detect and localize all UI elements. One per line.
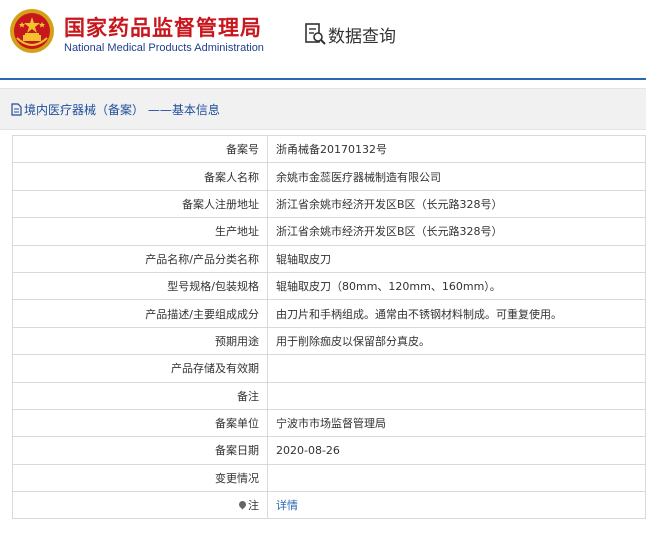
field-label: 备案号 (12, 134, 268, 164)
note-value-cell: 详情 (267, 491, 646, 520)
field-label: 产品描述/主要组成成分 (12, 299, 268, 328)
document-icon (11, 103, 22, 116)
field-value: 浙江省余姚市经济开发区B区（长元路328号） (267, 217, 646, 246)
field-label: 备案人名称 (12, 162, 268, 191)
field-label: 备案日期 (12, 436, 268, 465)
org-name-cn: 国家药品监督管理局 (64, 16, 262, 40)
table-row: 产品名称/产品分类名称 辊轴取皮刀 (12, 244, 646, 273)
table-row: 备案人名称 余姚市金蕊医疗器械制造有限公司 (12, 162, 646, 191)
pin-icon (237, 499, 248, 510)
note-label: 注 (248, 499, 259, 513)
table-row: 备案单位 宁波市市场监督管理局 (12, 408, 646, 438)
table-row: 预期用途 用于削除痂皮以保留部分真皮。 (12, 326, 646, 356)
table-row: 产品描述/主要组成成分 由刀片和手柄组成。通常由不锈钢材料制成。可重复使用。 (12, 299, 646, 328)
field-value: 辊轴取皮刀 (267, 244, 646, 273)
field-value: 余姚市金蕊医疗器械制造有限公司 (267, 162, 646, 191)
field-label: 备案单位 (12, 408, 268, 438)
table-row: 备案号 浙甬械备20170132号 (12, 134, 646, 164)
field-value (267, 354, 646, 383)
field-label: 备案人注册地址 (12, 189, 268, 219)
table-row: 产品存储及有效期 (12, 354, 646, 383)
field-value: 辊轴取皮刀（80mm、120mm、160mm）。 (267, 271, 646, 301)
field-value: 宁波市市场监督管理局 (267, 408, 646, 438)
field-label: 变更情况 (12, 463, 268, 493)
table-row: 型号规格/包装规格 辊轴取皮刀（80mm、120mm、160mm）。 (12, 271, 646, 301)
field-value: 用于削除痂皮以保留部分真皮。 (267, 326, 646, 356)
table-row: 备案人注册地址 浙江省余姚市经济开发区B区（长元路328号） (12, 189, 646, 219)
table-row: 生产地址 浙江省余姚市经济开发区B区（长元路328号） (12, 217, 646, 246)
field-value (267, 463, 646, 493)
table-row: 备注 (12, 381, 646, 410)
field-label: 备注 (12, 381, 268, 410)
field-value: 浙甬械备20170132号 (267, 134, 646, 164)
header-divider (0, 78, 646, 80)
field-label: 生产地址 (12, 217, 268, 246)
data-query-icon (305, 23, 326, 45)
field-label: 型号规格/包装规格 (12, 271, 268, 301)
details-link[interactable]: 详情 (276, 499, 298, 512)
field-value: 浙江省余姚市经济开发区B区（长元路328号） (267, 189, 646, 219)
field-value: 2020-08-26 (267, 436, 646, 465)
record-detail-table: 备案号 浙甬械备20170132号 备案人名称 余姚市金蕊医疗器械制造有限公司 备案人注… (12, 134, 646, 520)
field-value (267, 381, 646, 410)
national-emblem-icon (10, 9, 54, 53)
section-title: 境内医疗器械（备案） ——基本信息 (24, 103, 220, 117)
note-label-cell: 注 (12, 491, 268, 520)
table-row: 备案日期 2020-08-26 (12, 436, 646, 465)
field-value: 由刀片和手柄组成。通常由不锈钢材料制成。可重复使用。 (267, 299, 646, 328)
table-row: 变更情况 (12, 463, 646, 493)
site-header: 国家药品监督管理局 National Medical Products Admi… (0, 0, 646, 78)
table-row-note: 注 详情 (12, 491, 646, 520)
org-name-en: National Medical Products Administration (64, 42, 264, 54)
section-header: 境内医疗器械（备案） ——基本信息 (0, 88, 646, 130)
field-label: 预期用途 (12, 326, 268, 356)
field-label: 产品存储及有效期 (12, 354, 268, 383)
query-title: 数据查询 (328, 27, 396, 47)
field-label: 产品名称/产品分类名称 (12, 244, 268, 273)
